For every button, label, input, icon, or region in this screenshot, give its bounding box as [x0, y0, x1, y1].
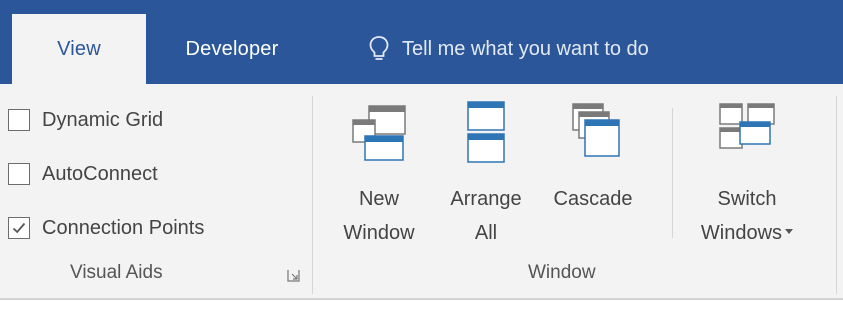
connection-points-checkbox[interactable]: Connection Points — [8, 210, 204, 246]
arrange-all-button[interactable]: Arrange All — [436, 94, 536, 254]
new-window-button[interactable]: New Window — [326, 94, 432, 254]
new-window-label-1: New — [358, 188, 399, 210]
checkbox-box[interactable] — [8, 109, 30, 131]
arrange-all-label-2: All — [474, 222, 498, 244]
switch-windows-button[interactable]: Switch Windows — [686, 94, 808, 254]
tab-developer-label: Developer — [185, 37, 279, 60]
group-separator — [312, 96, 313, 294]
tab-view-label: View — [57, 37, 101, 60]
checkmark-icon — [12, 222, 26, 234]
group-separator — [672, 108, 673, 238]
dynamic-grid-label: Dynamic Grid — [42, 108, 164, 131]
connection-points-label: Connection Points — [42, 216, 205, 239]
switch-windows-label-1: Switch — [717, 188, 777, 210]
dialog-launcher-icon[interactable] — [287, 269, 300, 282]
window-group-label: Window — [528, 262, 596, 283]
autoconnect-label: AutoConnect — [42, 162, 158, 185]
switch-windows-label-2-row: Windows — [686, 220, 808, 246]
cascade-button[interactable]: Cascade — [538, 94, 648, 254]
new-window-label-2: Window — [343, 222, 415, 244]
visual-aids-group-label: Visual Aids — [70, 262, 163, 283]
tab-view[interactable]: View — [12, 14, 146, 84]
dynamic-grid-checkbox[interactable]: Dynamic Grid — [8, 102, 163, 138]
checkbox-box[interactable] — [8, 163, 30, 185]
arrange-all-icon — [467, 101, 505, 163]
tab-developer[interactable]: Developer — [152, 14, 312, 84]
autoconnect-checkbox[interactable]: AutoConnect — [8, 156, 158, 192]
group-separator — [836, 96, 837, 294]
new-window-icon — [352, 105, 406, 161]
checkbox-box[interactable] — [8, 217, 30, 239]
cascade-icon — [572, 103, 620, 157]
lightbulb-icon — [369, 36, 389, 60]
document-area — [0, 300, 843, 313]
switch-windows-icon — [719, 103, 775, 149]
chevron-down-icon — [785, 229, 794, 235]
switch-windows-label-2: Windows — [700, 222, 783, 244]
tell-me-search[interactable]: Tell me what you want to do — [368, 14, 649, 84]
cascade-label: Cascade — [553, 188, 633, 210]
arrange-all-label-1: Arrange — [450, 188, 522, 210]
tell-me-text: Tell me what you want to do — [402, 37, 649, 60]
